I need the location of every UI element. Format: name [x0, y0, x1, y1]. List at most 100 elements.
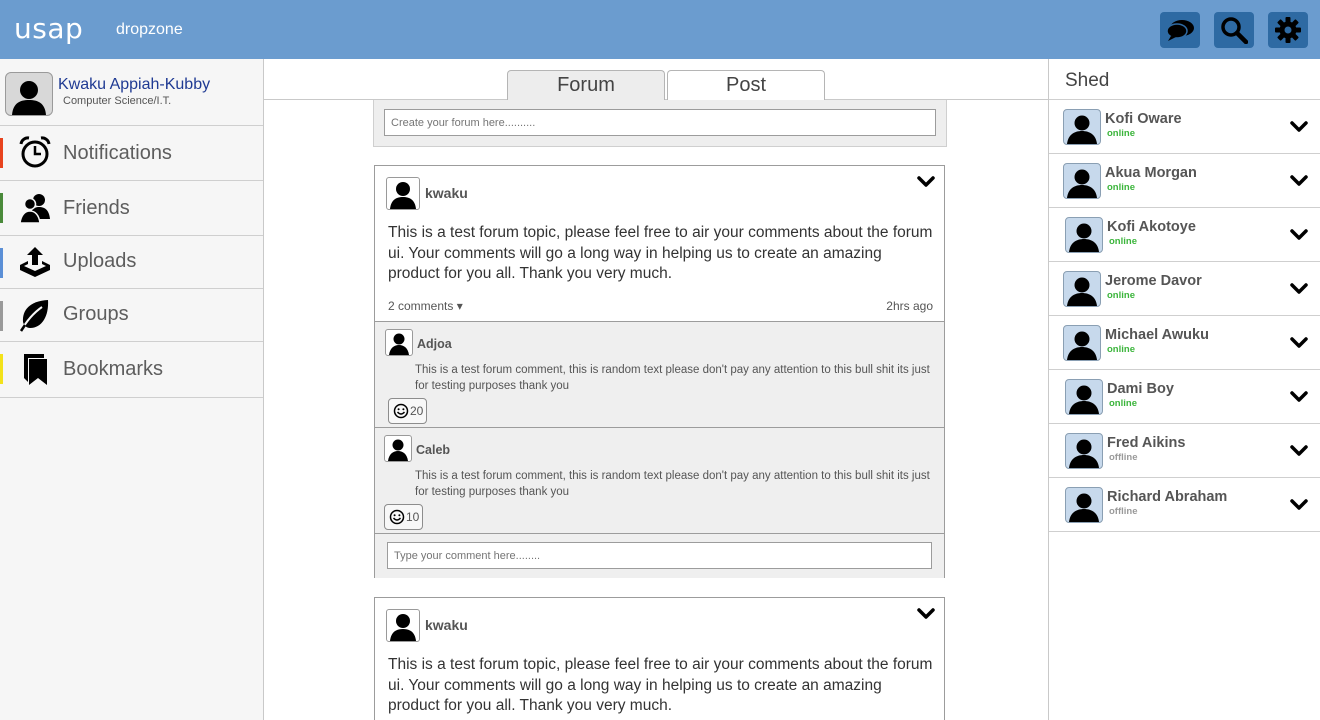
chevron-down-icon[interactable] [1289, 227, 1309, 243]
chevron-down-icon[interactable] [1289, 497, 1309, 513]
friend-name: Richard Abraham [1107, 489, 1228, 505]
friend-item[interactable]: Kofi Oware online [1049, 100, 1320, 154]
smiley-icon [393, 403, 409, 419]
nav-accent-stripe [0, 138, 3, 168]
friend-item[interactable]: Michael Awuku online [1049, 316, 1320, 370]
comment-input[interactable] [387, 542, 932, 569]
friend-status: online [1107, 128, 1135, 139]
comment: Adjoa This is a test forum comment, this… [375, 322, 944, 428]
search-button[interactable] [1214, 12, 1254, 48]
user-silhouette-icon [1069, 385, 1099, 414]
leaf-icon [18, 298, 52, 332]
like-count: 10 [406, 510, 420, 524]
chevron-down-icon[interactable] [1289, 281, 1309, 297]
user-silhouette-icon [1069, 223, 1099, 252]
friend-item[interactable]: Dami Boy online [1049, 370, 1320, 424]
like-button[interactable]: 20 [388, 398, 428, 424]
friend-item[interactable]: Fred Aikins offline [1049, 424, 1320, 478]
avatar[interactable] [385, 329, 413, 356]
chevron-down-icon[interactable] [1289, 443, 1309, 459]
friends-icon [18, 191, 52, 225]
app-logo[interactable]: usap [14, 12, 83, 45]
avatar [1063, 325, 1101, 361]
comment: Caleb This is a test forum comment, this… [375, 428, 944, 534]
chevron-down-icon[interactable] [1289, 335, 1309, 351]
chevron-down-icon[interactable] [916, 174, 936, 190]
sidebar-item-friends[interactable]: Friends [0, 181, 263, 236]
alarm-clock-icon [18, 136, 52, 170]
profile-department: Computer Science/I.T. [63, 95, 172, 107]
avatar[interactable] [384, 435, 412, 462]
avatar [1065, 487, 1103, 523]
user-silhouette-icon [12, 81, 46, 115]
user-silhouette-icon [1067, 331, 1097, 360]
friend-status: online [1109, 236, 1137, 247]
post-author[interactable]: kwaku [425, 185, 468, 201]
friend-name: Jerome Davor [1105, 273, 1202, 289]
like-count: 20 [410, 404, 424, 418]
create-forum-input[interactable] [384, 109, 936, 136]
friend-status: online [1109, 398, 1137, 409]
friend-item[interactable]: Jerome Davor online [1049, 262, 1320, 316]
chevron-down-icon[interactable] [1289, 173, 1309, 189]
sidebar-item-groups[interactable]: Groups [0, 289, 263, 342]
comment-text: This is a test forum comment, this is ra… [415, 364, 930, 392]
sidebar-item-label: Bookmarks [63, 358, 164, 380]
create-forum-panel [373, 100, 947, 147]
user-silhouette-icon [1069, 493, 1099, 522]
app-subtitle: dropzone [116, 21, 183, 38]
sidebar-item-uploads[interactable]: Uploads [0, 236, 263, 289]
friend-status: online [1107, 182, 1135, 193]
chat-button[interactable] [1160, 12, 1200, 48]
like-button[interactable]: 10 [384, 504, 424, 530]
comment-text: This is a test forum comment, this is ra… [415, 470, 930, 498]
nav-accent-stripe [0, 354, 3, 384]
avatar[interactable] [386, 609, 420, 642]
comment-author[interactable]: Caleb [416, 443, 450, 457]
avatar [1065, 433, 1103, 469]
user-silhouette-icon [388, 439, 408, 461]
avatar [1063, 271, 1101, 307]
friend-item[interactable]: Richard Abraham offline [1049, 478, 1320, 532]
profile-card[interactable]: Kwaku Appiah-Kubby Computer Science/I.T. [0, 59, 263, 126]
settings-button[interactable] [1268, 12, 1308, 48]
friend-item[interactable]: Akua Morgan online [1049, 154, 1320, 208]
top-bar: usap dropzone [0, 0, 1320, 59]
profile-name[interactable]: Kwaku Appiah-Kubby [58, 76, 210, 94]
post-timestamp: 2hrs ago [886, 299, 933, 313]
post-body: This is a test forum topic, please feel … [388, 656, 933, 714]
reply-area [375, 534, 944, 578]
friend-name: Fred Aikins [1107, 435, 1186, 451]
post-author[interactable]: kwaku [425, 617, 468, 633]
friend-status: online [1107, 344, 1135, 355]
friend-name: Kofi Akotoye [1107, 219, 1196, 235]
chevron-down-icon[interactable] [916, 606, 936, 622]
avatar [1065, 379, 1103, 415]
forum-post: kwaku This is a test forum topic, please… [374, 597, 945, 720]
friend-status: offline [1109, 452, 1138, 463]
user-silhouette-icon [390, 182, 416, 209]
chevron-down-icon[interactable] [1289, 389, 1309, 405]
friend-status: online [1107, 290, 1135, 301]
forum-post: kwaku This is a test forum topic, please… [374, 165, 945, 578]
comments-section: Adjoa This is a test forum comment, this… [375, 321, 944, 578]
sidebar-item-bookmarks[interactable]: Bookmarks [0, 342, 263, 398]
tab-forum[interactable]: Forum [507, 70, 665, 100]
comments-toggle[interactable]: 2 comments ▾ [388, 299, 463, 313]
nav-accent-stripe [0, 301, 3, 331]
chevron-down-icon[interactable] [1289, 119, 1309, 135]
friend-item[interactable]: Kofi Akotoye online [1049, 208, 1320, 262]
sidebar-item-label: Friends [63, 197, 130, 219]
nav-accent-stripe [0, 248, 3, 278]
avatar[interactable] [5, 72, 53, 116]
sidebar-item-notifications[interactable]: Notifications [0, 126, 263, 181]
tab-post[interactable]: Post [667, 70, 825, 100]
comment-author[interactable]: Adjoa [417, 337, 452, 351]
friend-name: Kofi Oware [1105, 111, 1182, 127]
avatar [1065, 217, 1103, 253]
bookmark-icon [18, 352, 52, 386]
friend-status: offline [1109, 506, 1138, 517]
avatar[interactable] [386, 177, 420, 210]
avatar [1063, 163, 1101, 199]
user-silhouette-icon [390, 614, 416, 641]
